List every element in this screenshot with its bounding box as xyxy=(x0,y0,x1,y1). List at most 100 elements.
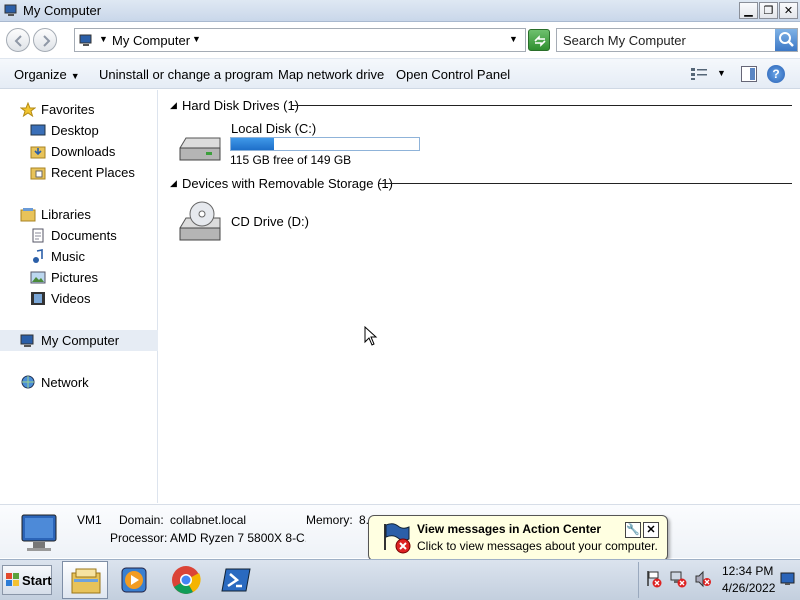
windows-logo-icon xyxy=(6,573,19,586)
view-options-dropdown-icon[interactable]: ▼ xyxy=(717,68,726,78)
start-label: Start xyxy=(22,573,52,588)
map-network-drive-button[interactable]: Map network drive xyxy=(278,67,384,82)
search-icon xyxy=(779,32,794,47)
notification-close-button[interactable]: ✕ xyxy=(643,522,659,538)
open-control-panel-button[interactable]: Open Control Panel xyxy=(396,67,510,82)
documents-icon xyxy=(32,228,44,243)
address-row: ▼ My Computer ▼ ▼ Search My Computer xyxy=(0,23,800,57)
drive-free-space: 115 GB free of 149 GB xyxy=(230,153,352,167)
nav-label: Music xyxy=(51,249,85,264)
computer-icon xyxy=(4,4,17,16)
taskbar-media-player[interactable] xyxy=(111,561,157,599)
action-center-flag-icon xyxy=(384,523,411,554)
group-label: Hard Disk Drives (1) xyxy=(182,98,306,113)
address-history-dropdown-icon[interactable]: ▼ xyxy=(509,34,518,44)
group-divider xyxy=(292,105,792,106)
notification-text: Click to view messages about your comput… xyxy=(417,539,658,553)
nav-videos[interactable]: Videos xyxy=(0,288,158,309)
collapse-triangle-icon[interactable]: ◢ xyxy=(170,100,177,111)
nav-recent-places[interactable]: Recent Places xyxy=(0,162,158,183)
forward-arrow-icon xyxy=(43,35,51,47)
forward-button[interactable] xyxy=(33,28,57,52)
maximize-button[interactable]: ❐ xyxy=(759,2,778,19)
navigation-pane: Favorites Desktop Downloads Recent Place… xyxy=(0,90,158,503)
network-disconnected-icon[interactable] xyxy=(669,570,687,588)
organize-button[interactable]: Organize ▼ xyxy=(14,67,80,82)
tray-separator xyxy=(638,562,639,598)
breadcrumb-dropdown-icon[interactable]: ▼ xyxy=(192,34,201,44)
videos-icon xyxy=(31,292,45,305)
back-button[interactable] xyxy=(6,28,30,52)
organize-label: Organize xyxy=(14,67,67,82)
computer-name: VM1 xyxy=(77,513,102,527)
minimize-button[interactable]: ▁ xyxy=(739,2,758,19)
taskbar-powershell[interactable] xyxy=(213,561,259,599)
chevron-down-icon: ▼ xyxy=(70,71,80,81)
nav-my-computer[interactable]: My Computer xyxy=(0,330,158,351)
nav-label: Recent Places xyxy=(51,165,135,180)
drive-name: CD Drive (D:) xyxy=(231,214,309,229)
search-box[interactable]: Search My Computer xyxy=(556,28,798,52)
nav-label: Downloads xyxy=(51,144,116,159)
drive-item-d[interactable]: CD Drive (D:) xyxy=(170,198,430,248)
volume-muted-icon[interactable] xyxy=(694,570,712,588)
nav-label: Pictures xyxy=(51,270,98,285)
chrome-icon xyxy=(172,566,201,594)
nav-network[interactable]: Network xyxy=(0,372,158,393)
group-header-removable[interactable]: ◢ Devices with Removable Storage (1) xyxy=(168,176,792,192)
action-center-notification[interactable]: View messages in Action Center Click to … xyxy=(368,515,668,572)
change-view-icon[interactable] xyxy=(690,67,708,81)
search-button[interactable] xyxy=(775,29,797,51)
taskbar-file-explorer[interactable] xyxy=(62,561,108,599)
file-explorer-icon xyxy=(71,568,101,594)
clock-time[interactable]: 12:34 PM xyxy=(722,564,773,578)
uninstall-program-button[interactable]: Uninstall or change a program xyxy=(99,67,273,82)
clock-date[interactable]: 4/26/2022 xyxy=(722,581,775,595)
nav-label: Network xyxy=(41,375,89,390)
show-desktop-icon[interactable] xyxy=(780,572,795,586)
nav-music[interactable]: Music xyxy=(0,246,158,267)
taskbar-chrome[interactable] xyxy=(163,561,209,599)
drive-capacity-bar xyxy=(230,137,420,151)
media-player-icon xyxy=(121,567,147,593)
group-header-hard-disks[interactable]: ◢ Hard Disk Drives (1) xyxy=(168,98,792,114)
command-bar: Organize ▼ Uninstall or change a program … xyxy=(0,58,800,89)
music-icon xyxy=(33,249,43,263)
nav-pictures[interactable]: Pictures xyxy=(0,267,158,288)
processor-label: Processor: xyxy=(110,531,168,545)
drive-item-c[interactable]: Local Disk (C:) 115 GB free of 149 GB xyxy=(170,118,430,168)
downloads-folder-icon xyxy=(30,146,46,159)
nav-label: Videos xyxy=(51,291,91,306)
nav-libraries[interactable]: Libraries xyxy=(0,204,158,225)
nav-favorites[interactable]: Favorites xyxy=(0,99,158,120)
group-divider xyxy=(378,183,792,184)
breadcrumb-arrow-icon[interactable]: ▼ xyxy=(99,34,108,44)
refresh-button[interactable] xyxy=(528,29,550,51)
close-button[interactable]: ✕ xyxy=(779,2,798,19)
start-button[interactable]: Start xyxy=(2,565,52,595)
taskbar: Start 12:34 PM 4/26/2022 xyxy=(0,559,800,600)
memory-label: Memory: xyxy=(306,513,353,527)
window-title: My Computer xyxy=(23,3,102,18)
content-pane: ◢ Hard Disk Drives (1) Local Disk (C:) 1… xyxy=(160,90,800,503)
collapse-triangle-icon[interactable]: ◢ xyxy=(170,178,177,189)
nav-documents[interactable]: Documents xyxy=(0,225,158,246)
hard-drive-icon xyxy=(179,137,221,161)
drive-name: Local Disk (C:) xyxy=(231,121,317,136)
help-icon[interactable]: ? xyxy=(767,65,785,83)
preview-pane-icon[interactable] xyxy=(741,66,757,82)
notification-settings-button[interactable]: 🔧 xyxy=(625,522,641,538)
action-center-warning-icon[interactable] xyxy=(645,570,663,588)
network-icon xyxy=(21,375,35,389)
pictures-icon xyxy=(30,271,46,284)
nav-desktop[interactable]: Desktop xyxy=(0,120,158,141)
nav-label: Desktop xyxy=(51,123,99,138)
search-input[interactable]: Search My Computer xyxy=(563,33,686,48)
recent-places-icon xyxy=(30,167,46,180)
nav-label: Libraries xyxy=(41,207,91,222)
address-bar[interactable]: ▼ My Computer ▼ ▼ xyxy=(74,28,526,52)
nav-downloads[interactable]: Downloads xyxy=(0,141,158,162)
breadcrumb-location[interactable]: My Computer xyxy=(112,33,190,48)
mouse-pointer-icon xyxy=(364,326,378,346)
title-bar: My Computer ▁ ❐ ✕ xyxy=(0,0,800,22)
